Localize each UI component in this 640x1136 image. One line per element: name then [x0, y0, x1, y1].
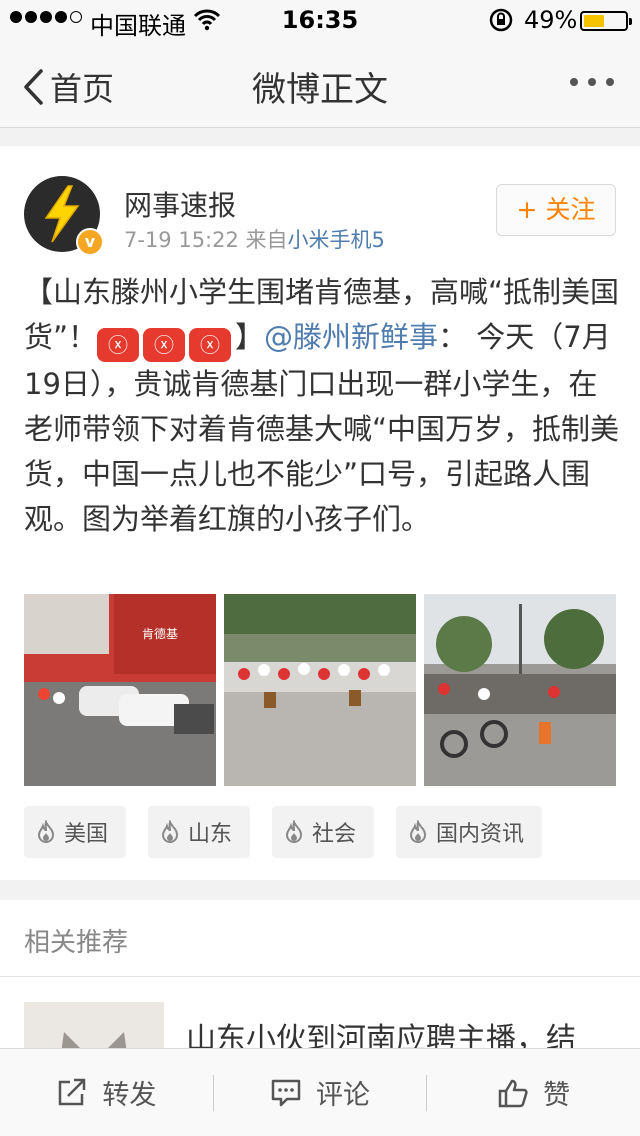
- divider: [0, 976, 640, 977]
- photo-sign-text: 肯德基: [142, 626, 178, 641]
- photo-image: [424, 594, 616, 786]
- like-label: 赞: [543, 1080, 571, 1111]
- flame-icon: [37, 820, 55, 843]
- tag-item[interactable]: 美国: [24, 806, 127, 858]
- post-card: v 网事速报 7-19 15:22 来自小米手机5 + 关注 【山东滕州小学生围…: [0, 146, 640, 880]
- tag-label: 美国: [64, 822, 109, 847]
- repost-button[interactable]: 转发: [0, 1049, 213, 1136]
- tag-label: 山东: [188, 822, 233, 847]
- comment-icon: [271, 1079, 301, 1106]
- follow-button[interactable]: + 关注: [496, 184, 616, 236]
- verified-badge-icon: v: [76, 228, 104, 256]
- repost-icon: [59, 1078, 86, 1105]
- avatar[interactable]: v: [24, 176, 104, 256]
- emoji-icon: ⓧ: [97, 328, 140, 362]
- photo-image: [224, 594, 416, 786]
- flame-icon: [286, 820, 303, 843]
- post-photo[interactable]: [224, 594, 416, 786]
- post-photo[interactable]: [424, 594, 616, 786]
- page-title: 微博正文: [252, 70, 388, 110]
- source-prefix: 来自: [245, 228, 288, 252]
- comment-button[interactable]: 评论: [214, 1049, 427, 1136]
- emoji-icon: ⓧ: [143, 328, 186, 362]
- battery-icon: [580, 11, 632, 31]
- post-photo[interactable]: 肯德基: [24, 594, 216, 786]
- like-button[interactable]: 赞: [427, 1049, 640, 1136]
- post-source[interactable]: 小米手机5: [288, 228, 385, 252]
- flame-icon: [162, 820, 179, 843]
- post-text: 【山东滕州小学生围堵肯德基，高喊“抵制美国货”！ ⓧ ⓧ ⓧ 】@滕州新鲜事： 今天（7…: [24, 270, 624, 542]
- rotation-lock-icon: [489, 8, 513, 32]
- emoji-icon: ⓧ: [189, 328, 232, 362]
- status-bar: 中国联通 16:35 49%: [0, 0, 640, 40]
- flame-icon: [410, 820, 427, 843]
- mention-link[interactable]: @滕州新鲜事: [264, 320, 438, 354]
- topic-tags: 美国 山东 社会 国内资讯: [24, 806, 543, 858]
- battery-percent: 49%: [524, 6, 578, 34]
- repost-label: 转发: [102, 1080, 157, 1111]
- tag-label: 社会: [312, 822, 357, 847]
- bottom-toolbar: 转发 评论 赞: [0, 1048, 640, 1136]
- post-text-part2: 】: [235, 320, 265, 354]
- tag-item[interactable]: 社会: [272, 806, 375, 858]
- more-icon[interactable]: [570, 78, 614, 86]
- photo-image: 肯德基: [24, 594, 216, 786]
- tag-item[interactable]: 国内资讯: [396, 806, 543, 858]
- thumbs-up-icon: [498, 1079, 528, 1107]
- comment-label: 评论: [316, 1080, 370, 1111]
- post-meta: 7-19 15:22 来自小米手机5: [124, 224, 385, 254]
- author-name[interactable]: 网事速报: [124, 184, 236, 224]
- tag-item[interactable]: 山东: [148, 806, 251, 858]
- post-timestamp: 7-19 15:22: [124, 228, 239, 252]
- tag-label: 国内资讯: [436, 822, 525, 847]
- nav-bar: 首页 微博正文: [0, 40, 640, 128]
- related-title: 相关推荐: [24, 928, 129, 958]
